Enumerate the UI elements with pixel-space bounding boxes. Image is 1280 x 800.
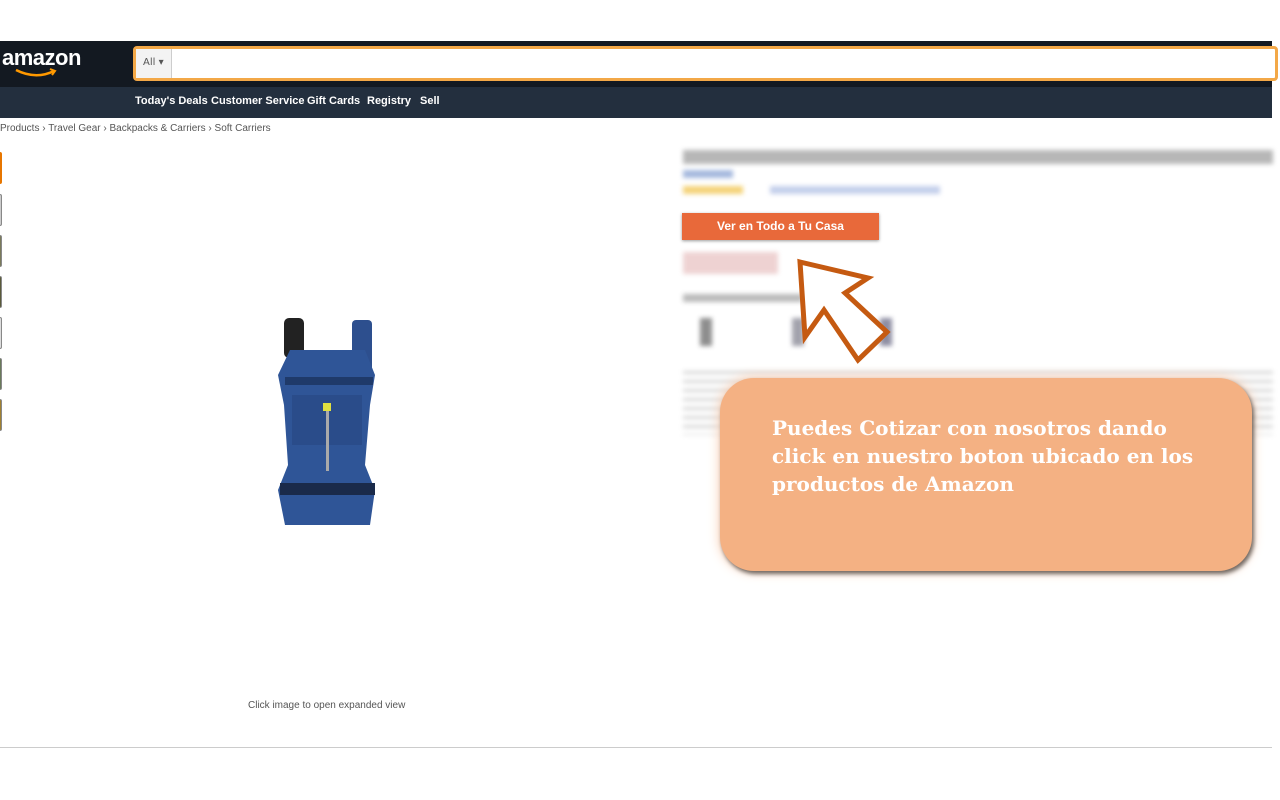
blurred-product-title [683,150,1273,164]
thumbnail[interactable] [0,317,2,349]
blurred-price [683,252,778,274]
blurred-swatch[interactable] [700,318,712,346]
product-image[interactable] [270,315,380,535]
nav-sell[interactable]: Sell [420,95,440,107]
expand-view-hint: Click image to open expanded view [248,700,406,711]
ver-en-todo-a-tu-casa-button[interactable]: Ver en Todo a Tu Casa [682,213,879,240]
nav-gift-cards[interactable]: Gift Cards [307,95,360,107]
thumbnail[interactable] [0,276,2,308]
blurred-rating [683,186,743,194]
category-label: All [143,57,156,68]
blurred-swatch[interactable] [792,318,804,346]
blurred-swatch[interactable] [880,318,892,346]
blurred-ratings-link [770,186,940,194]
thumbnail[interactable] [0,399,2,431]
thumbnail[interactable] [0,152,2,184]
caret-down-icon: ▾ [158,57,164,68]
info-callout: Puedes Cotizar con nosotros dando click … [720,378,1252,571]
search-bar[interactable]: All ▾ [133,46,1278,81]
thumbnail[interactable] [0,358,2,390]
nav-registry[interactable]: Registry [367,95,411,107]
logo-text: amazon [2,45,81,70]
logo-smile-icon [15,68,57,77]
nav-customer-service[interactable]: Customer Service [211,95,305,107]
divider [0,747,1272,748]
crumb-products[interactable]: Products [0,123,39,134]
breadcrumb: Products › Travel Gear › Backpacks & Car… [0,123,271,134]
blurred-color-label [683,294,803,302]
thumbnail[interactable] [0,194,2,226]
crumb-soft-carriers[interactable]: Soft Carriers [215,123,271,134]
crumb-backpacks[interactable]: Backpacks & Carriers [110,123,206,134]
thumbnail[interactable] [0,235,2,267]
search-category-dropdown[interactable]: All ▾ [136,49,172,78]
nav-todays-deals[interactable]: Today's Deals [135,95,208,107]
callout-text: Puedes Cotizar con nosotros dando click … [772,416,1194,496]
crumb-travel-gear[interactable]: Travel Gear [48,123,100,134]
nav-bar: Today's Deals Customer Service Gift Card… [0,87,1272,118]
header: amazon All ▾ [0,41,1278,87]
blurred-brand-link [683,170,733,178]
